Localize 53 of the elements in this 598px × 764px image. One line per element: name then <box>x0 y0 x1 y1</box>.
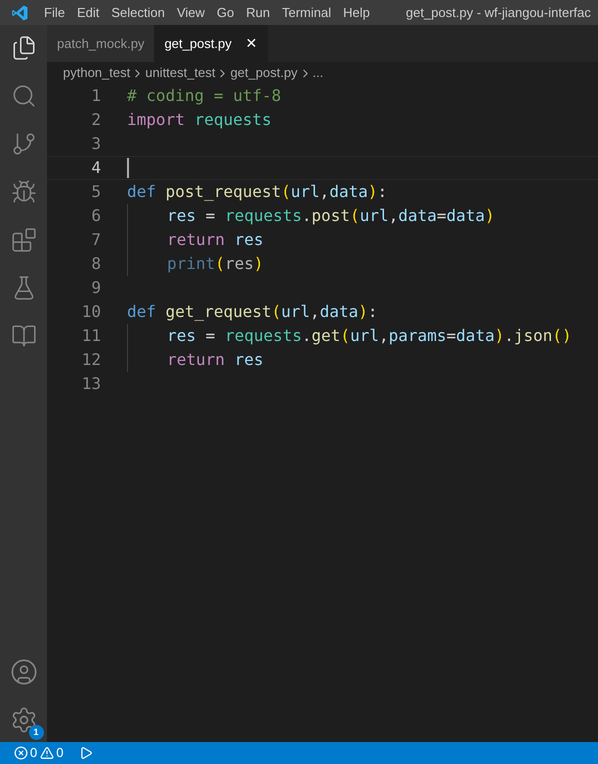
menu-item[interactable]: Run <box>246 2 270 22</box>
line-number: 3 <box>90 133 101 155</box>
menu-item[interactable]: Terminal <box>282 2 332 22</box>
notebook-icon[interactable] <box>10 323 36 349</box>
code-line: res = requests.post(url,data=data) <box>167 205 495 227</box>
code-line: def post_request(url,data): <box>127 181 388 203</box>
run-debug-icon[interactable] <box>10 179 36 205</box>
editor-tab[interactable]: get_post.py ✕ <box>154 25 268 62</box>
line-number: 5 <box>90 181 101 203</box>
files-icon[interactable] <box>10 35 36 61</box>
search-icon[interactable] <box>10 83 36 109</box>
error-icon[interactable] <box>14 746 28 760</box>
line-number: 12 <box>80 349 101 371</box>
menu-item[interactable]: View <box>176 2 205 22</box>
breadcrumb-item[interactable]: ... <box>312 63 324 83</box>
menu-item[interactable]: Edit <box>76 2 100 22</box>
line-number: 7 <box>90 229 101 251</box>
code-line: return res <box>167 349 264 371</box>
breadcrumb-item[interactable]: unittest_test <box>145 63 216 83</box>
line-number: 1 <box>90 85 101 107</box>
app-logo-icon <box>11 4 29 22</box>
warning-icon[interactable] <box>40 746 54 760</box>
notification-badge: 1 <box>28 725 44 740</box>
menu-item[interactable]: File <box>44 2 65 22</box>
run-icon[interactable] <box>79 746 94 760</box>
line-number: 13 <box>80 373 101 395</box>
error-count[interactable]: 0 <box>30 743 38 763</box>
code-line: res = requests.get(url,params=data).json() <box>167 325 572 347</box>
line-number: 8 <box>90 253 101 275</box>
code-line: # coding = utf-8 <box>127 85 282 107</box>
line-number: 9 <box>90 277 101 299</box>
editor-tab[interactable]: patch_mock.py <box>47 25 154 62</box>
code-line: print(res) <box>167 253 264 275</box>
menu-item[interactable]: Go <box>216 2 234 22</box>
breadcrumb-item[interactable]: get_post.py <box>230 63 298 83</box>
code-line: def get_request(url,data): <box>127 301 378 323</box>
window-title: get_post.py - wf-jiangou-interfac <box>406 4 591 22</box>
breadcrumb-item[interactable]: python_test <box>63 63 130 83</box>
code-line: return res <box>167 229 264 251</box>
extensions-icon[interactable] <box>10 227 36 253</box>
close-icon[interactable]: ✕ <box>246 33 258 54</box>
line-number: 10 <box>80 301 101 323</box>
line-number: 2 <box>90 109 101 131</box>
text-cursor <box>127 158 129 178</box>
menu-item[interactable]: Selection <box>111 2 165 22</box>
warning-count[interactable]: 0 <box>56 743 64 763</box>
branch-icon[interactable] <box>10 131 36 157</box>
menu-item[interactable]: Help <box>343 2 370 22</box>
line-number: 11 <box>80 325 101 347</box>
line-number: 4 <box>90 157 101 179</box>
code-line: import requests <box>127 109 272 131</box>
line-number: 6 <box>90 205 101 227</box>
account-icon[interactable] <box>10 658 38 686</box>
